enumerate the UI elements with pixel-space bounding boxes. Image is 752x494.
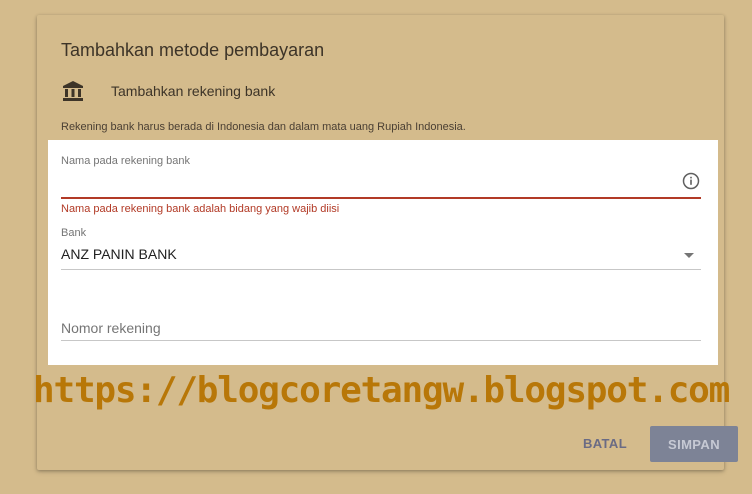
add-bank-account-option[interactable]: Tambahkan rekening bank [61, 79, 275, 103]
save-button[interactable]: SIMPAN [650, 426, 738, 462]
bank-select-label: Bank [61, 227, 87, 239]
cancel-button[interactable]: BATAL [570, 425, 640, 461]
bank-select-underline [61, 269, 701, 270]
account-number-input[interactable] [61, 315, 701, 341]
account-name-error: Nama pada rekening bank adalah bidang ya… [61, 203, 340, 215]
bank-icon [63, 81, 83, 101]
info-icon[interactable] [682, 172, 700, 190]
dropdown-arrow-icon[interactable] [684, 253, 694, 258]
account-name-label: Nama pada rekening bank [61, 155, 191, 167]
bank-account-form: Nama pada rekening bank Nama pada rekeni… [48, 140, 718, 365]
bank-select-value[interactable]: ANZ PANIN BANK [61, 246, 177, 262]
dialog-title: Tambahkan metode pembayaran [61, 40, 325, 60]
bank-notice-text: Rekening bank harus berada di Indonesia … [61, 121, 466, 133]
account-name-input[interactable] [61, 197, 701, 199]
watermark-text: https://blogcoretangw.blogspot.com [33, 370, 730, 411]
add-bank-account-label: Tambahkan rekening bank [111, 83, 276, 99]
